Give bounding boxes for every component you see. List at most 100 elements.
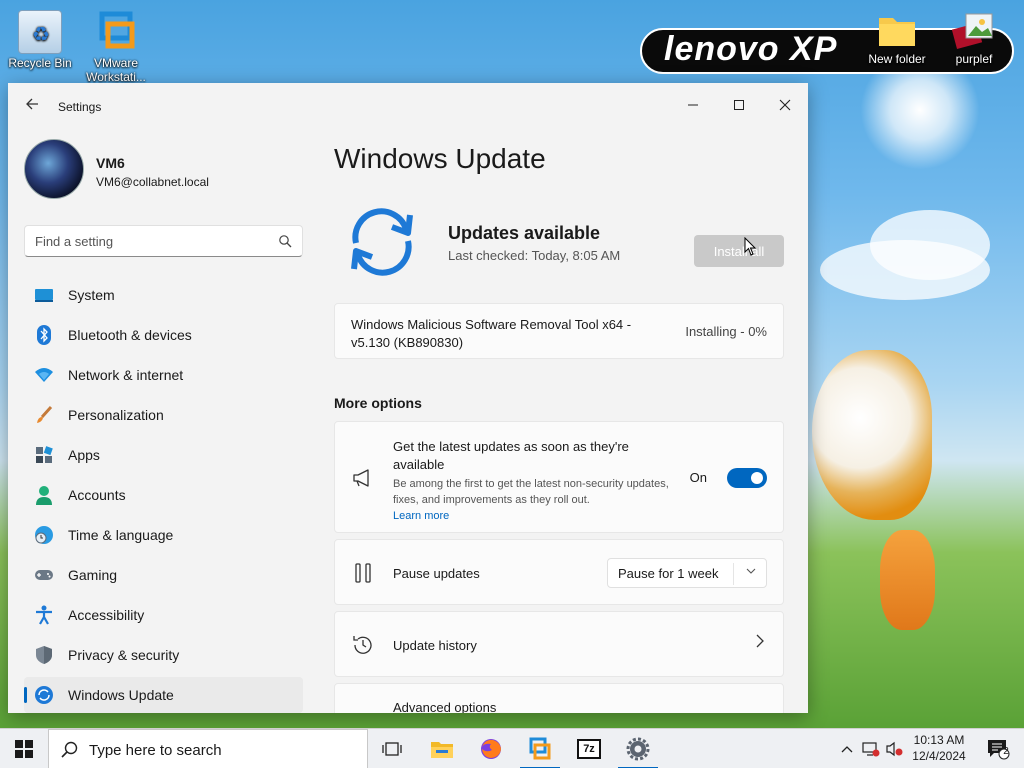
minimize-button[interactable] [670,91,716,121]
clock-date: 12/4/2024 [912,749,966,763]
settings-nav: System Bluetooth & devices Network & int… [24,277,303,713]
brush-icon [34,405,54,425]
maximize-button[interactable] [716,91,762,121]
mouse-cursor-icon [744,237,757,256]
desktop-icon-vmware[interactable]: VMware Workstati... [80,10,152,84]
sidebar-item-label: Bluetooth & devices [68,327,192,343]
gaming-icon [34,565,54,585]
notification-center-icon[interactable]: 2 [978,729,1018,768]
desktop-icon-new-folder[interactable]: New folder [861,10,933,66]
sidebar-item-accessibility[interactable]: Accessibility [24,597,303,633]
vmware-icon[interactable] [517,729,563,768]
pause-icon [355,563,371,583]
settings-window: Settings VM6 VM6@collabnet.local Sy [8,83,808,713]
update-status: Updates available Last checked: Today, 8… [334,203,784,283]
shield-icon [34,645,54,665]
desktop-icon-purplef[interactable]: purplef [938,10,1010,66]
sidebar-item-privacy-security[interactable]: Privacy & security [24,637,303,673]
taskbar-search[interactable]: Type here to search [48,729,368,768]
windows-update-icon [34,685,54,705]
sidebar-item-label: Time & language [68,527,174,543]
sidebar-item-label: Gaming [68,567,118,583]
update-history-option[interactable]: Update history [334,611,784,677]
start-button[interactable] [0,729,48,768]
update-name: Windows Malicious Software Removal Tool … [351,317,632,350]
file-explorer-icon[interactable] [419,729,465,768]
character-illustration [880,530,935,630]
sidebar-item-gaming[interactable]: Gaming [24,557,303,593]
main-content: Windows Update Updates available Last ch… [334,131,808,713]
settings-search-box [24,225,303,257]
clock[interactable]: 10:13 AM 12/4/2024 [906,732,972,764]
advanced-options-option[interactable]: Advanced options [334,683,784,713]
desktop-icon-recycle-bin[interactable]: ♻ Recycle Bin [4,10,76,70]
time-language-icon [34,525,54,545]
search-input[interactable] [25,226,265,256]
status-title: Updates available [448,223,601,243]
last-checked-text: Last checked: Today, 8:05 AM [448,248,621,263]
taskbar: Type here to search 7z 10:13 AM 12/4/202… [0,728,1024,768]
option-title: Advanced options [393,700,497,713]
option-title: Update history [393,638,477,653]
vmware-icon [94,10,138,54]
sidebar-item-time-language[interactable]: Time & language [24,517,303,553]
sidebar-item-network[interactable]: Network & internet [24,357,303,393]
update-progress-text: Installing - 0% [685,324,767,339]
page-title: Windows Update [334,143,546,174]
sidebar-item-apps[interactable]: Apps [24,437,303,473]
search-icon[interactable] [278,234,292,248]
close-button[interactable] [762,91,808,121]
sidebar-item-label: Accessibility [68,607,145,623]
system-icon [34,285,54,305]
option-title: Get the latest updates as soon as they'r… [393,439,629,472]
pause-updates-option: Pause updates Pause for 1 week [334,539,784,605]
sidebar-item-label: Apps [68,447,100,463]
7zip-label: 7z [577,739,601,759]
pause-duration-dropdown[interactable]: Pause for 1 week [607,558,767,588]
bluetooth-icon [34,325,54,345]
get-latest-updates-option[interactable]: Get the latest updates as soon as they'r… [334,421,784,533]
sidebar-item-bluetooth[interactable]: Bluetooth & devices [24,317,303,353]
desktop-icon-label: New folder [868,52,926,66]
show-hidden-icons-icon[interactable] [836,729,858,768]
option-description: Be among the first to get the latest non… [393,478,669,506]
recycle-bin-icon: ♻ [18,10,62,54]
chevron-down-icon [746,566,756,579]
taskbar-search-placeholder: Type here to search [89,742,222,759]
sidebar-item-label: Accounts [68,487,126,503]
pending-update-row[interactable]: Windows Malicious Software Removal Tool … [334,303,784,359]
sidebar-item-label: System [68,287,115,303]
sidebar-item-windows-update[interactable]: Windows Update [24,677,303,713]
apps-icon [34,445,54,465]
avatar [24,139,84,199]
image-file-icon [951,10,996,50]
sidebar-item-accounts[interactable]: Accounts [24,477,303,513]
accounts-icon [34,485,54,505]
accessibility-icon [34,605,54,625]
more-options-heading: More options [334,395,422,411]
sidebar-item-system[interactable]: System [24,277,303,313]
settings-icon[interactable] [615,729,661,768]
latest-updates-toggle[interactable] [727,468,767,488]
divider [733,563,734,585]
firefox-icon[interactable] [468,729,514,768]
volume-muted-icon[interactable] [883,729,905,768]
7zip-icon[interactable]: 7z [566,729,612,768]
task-view-icon[interactable] [369,729,415,768]
network-icon [34,365,54,385]
sidebar: VM6 VM6@collabnet.local System Bluetooth… [8,131,318,713]
folder-icon [875,10,919,50]
sidebar-item-personalization[interactable]: Personalization [24,397,303,433]
toggle-knob [751,472,763,484]
toggle-state-label: On [689,470,707,485]
chevron-right-icon [755,634,765,653]
back-arrow-icon[interactable] [22,97,42,117]
window-title: Settings [58,100,102,114]
sidebar-item-label: Personalization [68,407,164,423]
sidebar-item-label: Windows Update [68,687,174,703]
user-name: VM6 [96,155,125,171]
install-all-button[interactable]: Install all [694,235,784,267]
network-status-icon[interactable] [860,729,882,768]
learn-more-link[interactable]: Learn more [393,510,449,522]
sidebar-item-label: Privacy & security [68,647,180,663]
